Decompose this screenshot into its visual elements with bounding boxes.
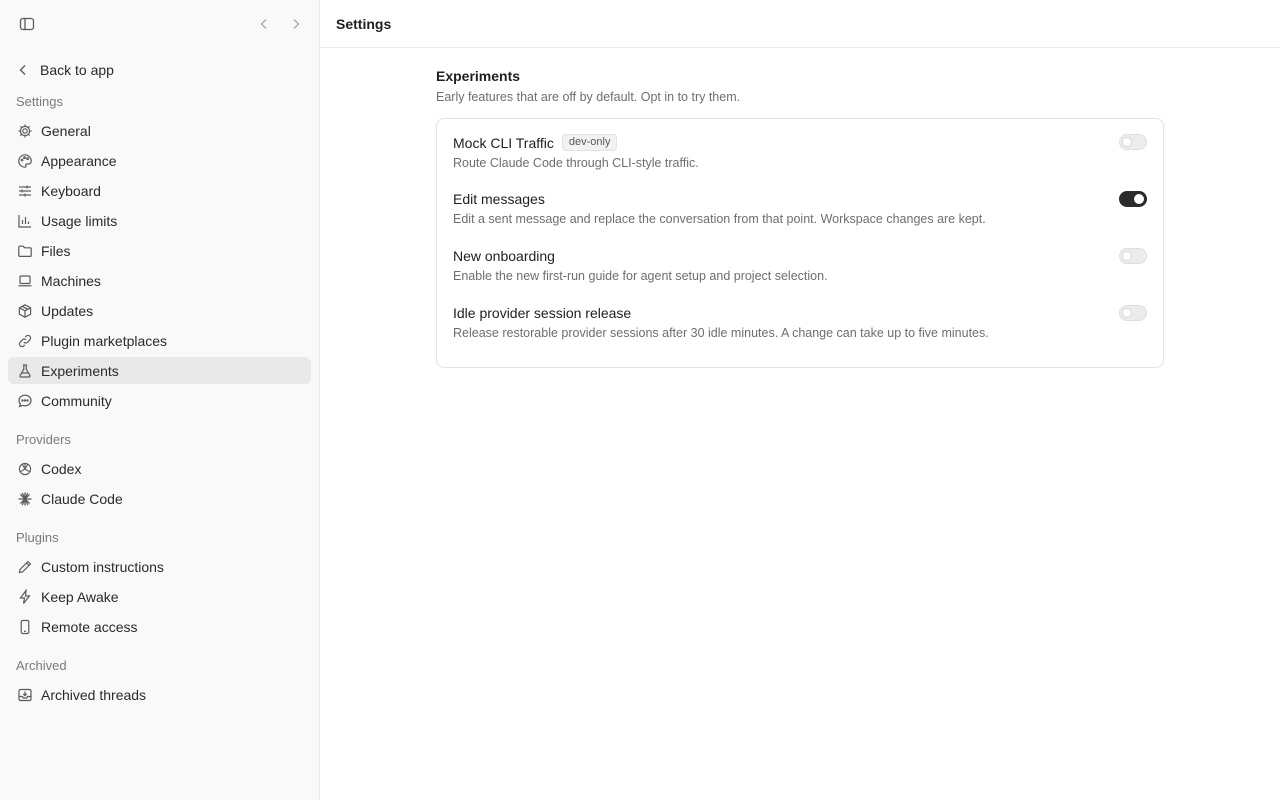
idle-provider-session-release-toggle[interactable] (1119, 305, 1147, 321)
sidebar-item-label: Machines (41, 272, 101, 289)
experiment-row-new-onboarding: New onboarding Enable the new first-run … (453, 245, 1147, 302)
main-panel: Settings Experiments Early features that… (320, 0, 1280, 800)
phone-icon (16, 618, 33, 635)
mock-cli-traffic-toggle[interactable] (1119, 134, 1147, 150)
sidebar-item-general[interactable]: General (8, 117, 311, 144)
experiment-description: Edit a sent message and replace the conv… (453, 212, 986, 226)
dev-only-badge: dev-only (561, 134, 618, 151)
chevron-left-icon (19, 65, 26, 75)
experiment-description: Route Claude Code through CLI-style traf… (453, 156, 699, 170)
experiment-title: New onboarding (453, 248, 555, 264)
sidebar-item-files[interactable]: Files (8, 237, 311, 264)
experiment-row-idle-provider-session-release: Idle provider session release Release re… (453, 302, 1147, 359)
chat-bubble-icon (16, 392, 33, 409)
sidebar: Back to app Settings General Appearance … (0, 0, 320, 800)
toggle-knob (1122, 308, 1132, 318)
sidebar-item-label: Claude Code (41, 490, 123, 507)
experiment-description: Release restorable provider sessions aft… (453, 326, 989, 340)
sidebar-item-label: Custom instructions (41, 558, 164, 575)
link-icon (16, 332, 33, 349)
toggle-knob (1122, 251, 1132, 261)
new-onboarding-toggle[interactable] (1119, 248, 1147, 264)
sidebar-item-label: Experiments (41, 362, 119, 379)
folder-icon (16, 242, 33, 259)
section-title: Experiments (436, 68, 521, 84)
sidebar-item-label: Updates (41, 302, 94, 319)
gear-icon (16, 122, 33, 139)
sliders-icon (16, 182, 33, 199)
sidebar-item-keyboard[interactable]: Keyboard (8, 177, 311, 204)
sidebar-item-codex[interactable]: Codex (8, 455, 311, 482)
toggle-knob (1134, 194, 1144, 204)
sidebar-item-plugin-marketplaces[interactable]: Plugin marketplaces (8, 327, 311, 354)
asterisk-icon (16, 490, 33, 507)
sidebar-toolbar (0, 0, 319, 48)
experiment-title: Mock CLI Traffic (453, 134, 554, 151)
sidebar-item-label: Keep Awake (41, 588, 119, 605)
sidebar-item-label: Files (41, 242, 71, 259)
sidebar-item-label: Remote access (41, 618, 138, 635)
back-to-app-link[interactable]: Back to app (16, 58, 114, 82)
sidebar-item-appearance[interactable]: Appearance (8, 147, 311, 174)
edit-messages-toggle[interactable] (1119, 191, 1147, 207)
sidebar-item-label: Archived threads (41, 686, 147, 703)
sidebar-item-keep-awake[interactable]: Keep Awake (8, 583, 311, 610)
experiment-row-mock-cli-traffic: Mock CLI Traffic dev-only Route Claude C… (453, 131, 1147, 188)
sidebar-item-label: Community (41, 392, 112, 409)
sidebar-item-usage-limits[interactable]: Usage limits (8, 207, 311, 234)
bar-chart-icon (16, 212, 33, 229)
section-header-plugins: Plugins (16, 530, 59, 545)
sidebar-item-label: Codex (41, 460, 82, 477)
laptop-icon (16, 272, 33, 289)
sidebar-item-label: Usage limits (41, 212, 118, 229)
sidebar-item-label: Plugin marketplaces (41, 332, 168, 349)
page-title: Settings (320, 0, 1280, 48)
sidebar-item-community[interactable]: Community (8, 387, 311, 414)
sidebar-item-custom-instructions[interactable]: Custom instructions (8, 553, 311, 580)
experiments-section: Experiments Early features that are off … (436, 68, 1164, 368)
experiments-card: Mock CLI Traffic dev-only Route Claude C… (436, 118, 1164, 368)
sidebar-item-experiments[interactable]: Experiments (8, 357, 311, 384)
sidebar-item-updates[interactable]: Updates (8, 297, 311, 324)
sidebar-item-claude-code[interactable]: Claude Code (8, 485, 311, 512)
sidebar-item-machines[interactable]: Machines (8, 267, 311, 294)
section-header-settings: Settings (16, 94, 63, 109)
toggle-knob (1122, 137, 1132, 147)
openai-icon (16, 460, 33, 477)
section-description: Early features that are off by default. … (436, 90, 741, 104)
sidebar-item-label: Keyboard (41, 182, 101, 199)
package-icon (16, 302, 33, 319)
chevron-right-icon[interactable] (285, 13, 307, 35)
experiment-description: Enable the new first-run guide for agent… (453, 269, 828, 283)
experiment-row-edit-messages: Edit messages Edit a sent message and re… (453, 188, 1147, 245)
pencil-icon (16, 558, 33, 575)
sidebar-toggle-icon[interactable] (16, 13, 38, 35)
palette-icon (16, 152, 33, 169)
experiment-title: Edit messages (453, 191, 545, 207)
chevron-left-icon[interactable] (253, 13, 275, 35)
sidebar-item-label: Appearance (41, 152, 117, 169)
sidebar-item-label: General (41, 122, 91, 139)
flask-icon (16, 362, 33, 379)
bolt-icon (16, 588, 33, 605)
sidebar-item-remote-access[interactable]: Remote access (8, 613, 311, 640)
sidebar-item-archived-threads[interactable]: Archived threads (8, 681, 311, 708)
section-header-providers: Providers (16, 432, 71, 447)
archive-icon (16, 686, 33, 703)
section-header-archived: Archived (16, 658, 67, 673)
experiment-title: Idle provider session release (453, 305, 632, 321)
back-to-app-label: Back to app (40, 62, 114, 78)
